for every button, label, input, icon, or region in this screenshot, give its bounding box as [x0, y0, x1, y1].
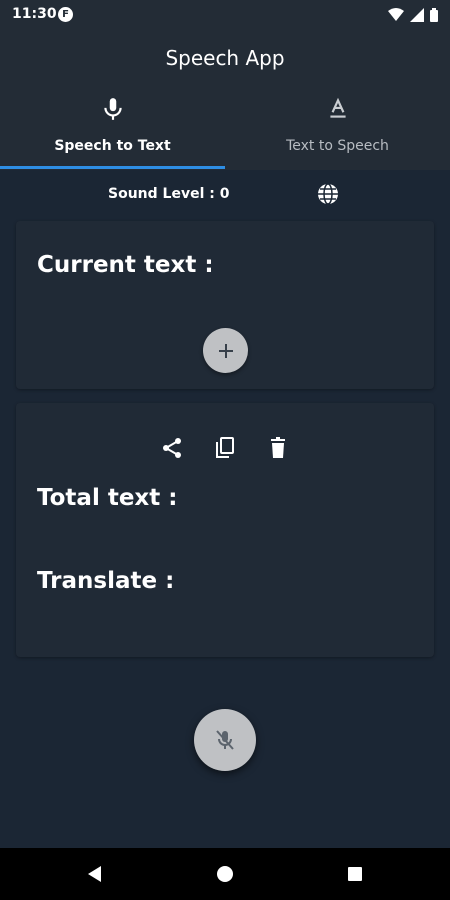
- translate-heading: Translate :: [37, 568, 175, 594]
- current-text-heading: Current text :: [37, 252, 214, 278]
- tab-speech-to-text[interactable]: Speech to Text: [0, 88, 225, 170]
- text-format-icon: [330, 97, 346, 118]
- delete-icon[interactable]: [266, 436, 290, 460]
- wifi-icon: [388, 8, 404, 21]
- tab-label: Text to Speech: [286, 138, 389, 154]
- battery-icon: [430, 8, 438, 22]
- status-bar: 11:30 F: [0, 0, 450, 30]
- add-text-button[interactable]: [203, 328, 248, 373]
- mic-toggle-button[interactable]: [194, 709, 256, 771]
- active-tab-indicator: [0, 166, 225, 169]
- copy-icon[interactable]: [213, 436, 237, 460]
- total-text-heading: Total text :: [37, 485, 178, 511]
- globe-icon[interactable]: [316, 182, 340, 206]
- tab-text-to-speech[interactable]: Text to Speech: [225, 88, 450, 170]
- status-icons: [388, 8, 438, 22]
- total-text-card: Total text : Translate :: [16, 403, 434, 657]
- mic-off-icon: [216, 730, 234, 750]
- back-icon[interactable]: [86, 865, 104, 883]
- app-bar: Speech App: [0, 30, 450, 88]
- signal-icon: [410, 8, 424, 22]
- recents-icon[interactable]: [346, 865, 364, 883]
- home-icon[interactable]: [216, 865, 234, 883]
- system-nav-bar: [0, 848, 450, 900]
- notification-app-icon: F: [58, 7, 73, 22]
- tab-bar: Speech to Text Text to Speech: [0, 88, 450, 170]
- plus-icon: [218, 343, 233, 358]
- status-time: 11:30: [12, 6, 57, 22]
- sound-level-text: Sound Level : 0: [108, 186, 230, 202]
- app-title: Speech App: [165, 46, 285, 70]
- share-icon[interactable]: [160, 436, 184, 460]
- tab-label: Speech to Text: [54, 138, 171, 154]
- mic-icon: [104, 98, 122, 120]
